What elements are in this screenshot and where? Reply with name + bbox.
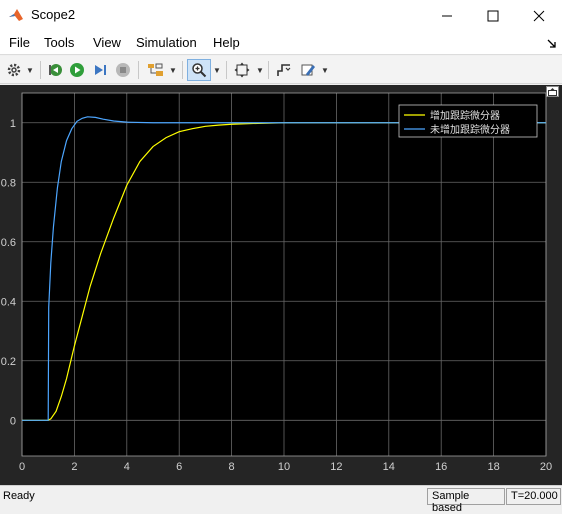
status-bar: Ready Sample based T=20.000 [0,485,562,514]
undock-button[interactable] [546,86,559,97]
style-icon [301,64,315,76]
fit-to-view-icon [234,62,250,78]
x-tick-label: 12 [330,461,342,473]
maximize-icon [487,10,499,21]
settings-icon [7,63,21,77]
zoom-in-button[interactable] [187,59,211,81]
undock-icon [548,87,557,96]
menu-help[interactable]: Help [211,35,242,50]
x-tick-label: 20 [540,461,552,473]
close-button[interactable] [516,0,562,31]
stop-button[interactable] [113,59,133,81]
style-button[interactable] [297,59,319,81]
matlab-icon [9,9,23,21]
legend-label: 未增加跟踪微分器 [430,123,510,136]
arrow-pin-icon[interactable] [547,39,556,48]
step-back-icon [49,64,62,76]
x-tick-label: 16 [435,461,447,473]
style-dropdown[interactable]: ▼ [320,59,330,81]
x-tick-label: 0 [19,461,25,473]
maximize-button[interactable] [470,0,516,31]
menu-simulation[interactable]: Simulation [134,35,199,50]
run-icon [70,63,84,77]
settings-button[interactable] [4,59,24,81]
fit-to-view-button[interactable] [231,59,253,81]
close-icon [533,10,545,21]
triggers-button[interactable] [273,59,295,81]
window-title: Scope2 [31,7,76,22]
title-bar: Scope2 [0,0,562,31]
fit-dropdown[interactable]: ▼ [255,59,265,81]
x-tick-label: 2 [71,461,77,473]
y-tick-label: 0 [10,415,16,427]
y-tick-label: 0.6 [1,237,16,249]
run-button[interactable] [67,59,87,81]
sim-time-indicator: T=20.000 [506,488,561,505]
y-tick-label: 0.2 [1,356,16,368]
menu-tools[interactable]: Tools [42,35,76,50]
x-tick-label: 10 [278,461,290,473]
legend-label: 增加跟踪微分器 [430,109,500,122]
menu-bar: File Tools View Simulation Help [0,31,562,55]
highlight-block-button[interactable] [145,59,167,81]
y-tick-label: 1 [10,118,16,130]
minimize-icon [442,15,452,16]
highlight-dropdown[interactable]: ▼ [168,59,178,81]
step-forward-icon [95,65,106,75]
minimize-button[interactable] [424,0,470,31]
x-tick-label: 14 [383,461,395,473]
x-tick-label: 18 [487,461,499,473]
highlight-simulink-block-icon [148,63,163,76]
scope-display: 0 2 4 6 8 10 12 14 16 18 20 0 0.2 0.4 0.6 0.8 1 增加跟踪微分器未… [0,85,562,485]
triggers-icon [277,64,291,76]
x-tick-label: 4 [124,461,130,473]
menu-view[interactable]: View [91,35,123,50]
stop-icon [116,63,130,77]
sample-mode-indicator: Sample based [427,488,505,514]
y-tick-label: 0.4 [1,296,16,308]
step-forward-button[interactable] [90,59,110,81]
status-text: Ready [3,490,35,502]
y-tick-label: 0.8 [1,177,16,189]
x-tick-label: 8 [229,461,235,473]
settings-dropdown[interactable]: ▼ [25,59,35,81]
legend[interactable]: 增加跟踪微分器未增加跟踪微分器 [398,104,538,138]
zoom-in-icon [192,63,207,78]
x-tick-label: 6 [176,461,182,473]
scope-chart[interactable]: 0 2 4 6 8 10 12 14 16 18 20 0 0.2 0.4 0.6 0.8 1 增加跟踪微分器未… [0,85,562,485]
zoom-dropdown[interactable]: ▼ [212,59,222,81]
step-back-button[interactable] [45,59,65,81]
menu-file[interactable]: File [7,35,32,50]
toolbar: ▼ ▼ ▼ ▼ ▼ [0,56,562,84]
